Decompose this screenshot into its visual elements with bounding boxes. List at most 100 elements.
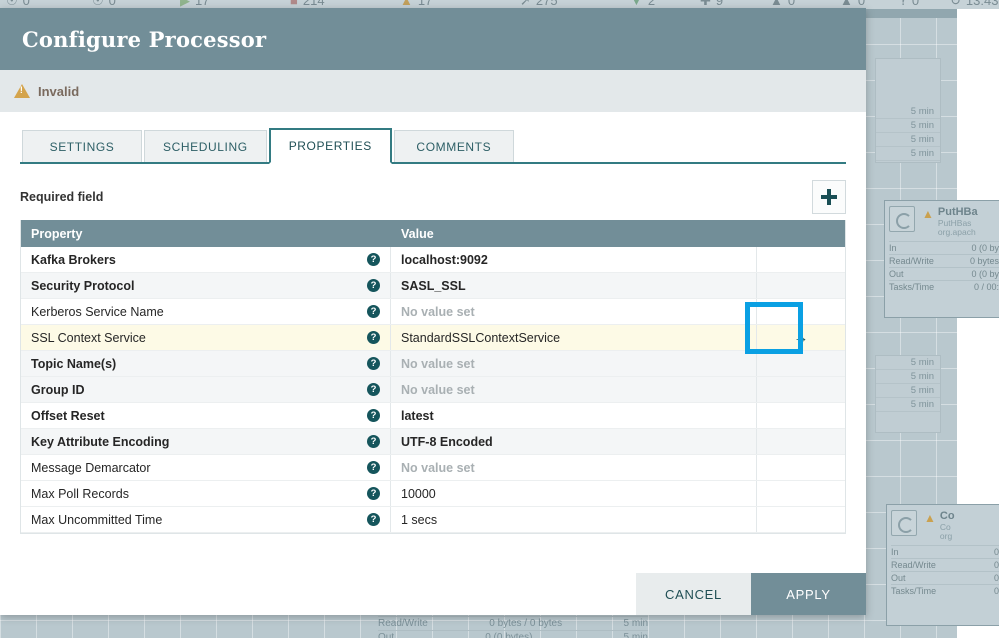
cell-property: Offset Reset ? — [21, 403, 391, 428]
help-circle-icon[interactable]: ? — [367, 331, 380, 344]
table-row[interactable]: Offset Reset ? latest — [21, 403, 845, 429]
stale-icon: ▲ — [770, 0, 783, 8]
cell-action — [757, 351, 845, 376]
property-name: Kerberos Service Name — [31, 304, 164, 319]
stat-label: In — [891, 547, 899, 558]
status-value: 0 — [108, 0, 116, 8]
invalid-icon: ▲ — [400, 0, 413, 8]
cell-action — [757, 403, 845, 428]
mini-stat-time: 5 min — [876, 370, 940, 384]
status-value: 0 — [787, 0, 796, 8]
help-circle-icon[interactable]: ? — [367, 409, 380, 422]
help-circle-icon[interactable]: ? — [367, 279, 380, 292]
processor-consume[interactable]: ▲ Co Co org In 0 Read/Write 0 Out 0 Tasks/T… — [886, 504, 999, 626]
help-circle-icon[interactable]: ? — [367, 357, 380, 370]
stat-value: 0 — [993, 573, 999, 584]
help-circle-icon[interactable]: ? — [367, 305, 380, 318]
tab-comments[interactable]: COMMENTS — [393, 130, 514, 162]
screen-root: ☉ 0 ☉ 0 ▶ 17 ■ 214 ▲ 17 ➚ 275 ▼ 2 ✚ 9 ▲ 0 ▲ 0 ‽ 0 ↻… — [0, 0, 999, 638]
status-value: 214 — [302, 0, 325, 8]
tab-scheduling[interactable]: SCHEDULING — [144, 130, 267, 162]
stat-value: 0 — [993, 547, 999, 558]
dialog-footer: CANCEL APPLY — [0, 573, 866, 615]
processor-bundle: org.apach — [937, 227, 976, 238]
processor-stat-row: Read/Write 0 bytes / 0 bytes 5 min — [378, 616, 648, 630]
stat-label: Read/Write — [889, 256, 934, 267]
cell-property: Max Uncommitted Time ? — [21, 507, 391, 532]
processor-stat-row: Out 0 (0 by — [889, 267, 999, 280]
property-name: Message Demarcator — [31, 460, 151, 475]
help-circle-icon[interactable]: ? — [367, 253, 380, 266]
mini-stat-time: 5 min — [876, 356, 940, 370]
help-circle-icon[interactable]: ? — [367, 487, 380, 500]
cell-property: Topic Name(s) ? — [21, 351, 391, 376]
status-item-invalid: ▲ 17 — [400, 0, 432, 8]
stat-label: Out — [378, 632, 395, 638]
cell-value[interactable]: 1 secs — [391, 507, 757, 532]
help-circle-icon[interactable]: ? — [367, 461, 380, 474]
help-circle-icon[interactable]: ? — [367, 513, 380, 526]
processor-type-icon — [891, 510, 917, 536]
help-circle-icon[interactable]: ? — [367, 383, 380, 396]
processor-puthbase[interactable]: ▲ PutHBa PutHBas org.apach In 0 (0 by Rea… — [884, 200, 999, 318]
cell-value[interactable]: UTF-8 Encoded — [391, 429, 757, 454]
cell-value[interactable]: localhost:9092 — [391, 247, 757, 272]
status-value: 0 — [22, 0, 30, 8]
processor-bundle: org — [939, 531, 953, 542]
cell-property: Kerberos Service Name ? — [21, 299, 391, 324]
table-row[interactable]: SSL Context Service ? StandardSSLContext… — [21, 325, 845, 351]
processor-bottom-stats: Read/Write 0 bytes / 0 bytes 5 min Out 0… — [378, 616, 648, 638]
cancel-button[interactable]: CANCEL — [636, 573, 751, 615]
cell-property: Key Attribute Encoding ? — [21, 429, 391, 454]
table-row[interactable]: Security Protocol ? SASL_SSL — [21, 273, 845, 299]
canvas-mini-stats-top: 5 min 5 min 5 min 5 min — [875, 58, 941, 163]
up-to-date-icon: ▼ — [630, 0, 643, 8]
cell-value[interactable]: No value set — [391, 455, 757, 480]
property-name: Offset Reset — [31, 408, 105, 423]
table-row[interactable]: Max Uncommitted Time ? 1 secs — [21, 507, 845, 533]
table-row[interactable]: Kerberos Service Name ? No value set — [21, 299, 845, 325]
processor-stat-row: Out 0 (0 bytes) 5 min — [378, 630, 648, 638]
cell-property: Kafka Brokers ? — [21, 247, 391, 272]
cell-value[interactable]: No value set — [391, 377, 757, 402]
property-name: SSL Context Service — [31, 330, 146, 345]
processor-stat-row: Out 0 — [891, 571, 999, 584]
mini-spacer — [876, 59, 940, 105]
processor-stat-row: Read/Write 0 bytes — [889, 254, 999, 267]
table-row[interactable]: Topic Name(s) ? No value set — [21, 351, 845, 377]
cell-value[interactable]: No value set — [391, 299, 757, 324]
cell-action — [757, 247, 845, 272]
processor-name: PutHBa — [937, 206, 978, 218]
stopped-icon: ■ — [290, 0, 298, 8]
tab-properties[interactable]: PROPERTIES — [268, 128, 392, 164]
refresh-icon[interactable]: ↻ — [950, 0, 961, 9]
stat-label: Tasks/Time — [891, 586, 937, 597]
property-name: Key Attribute Encoding — [31, 434, 170, 449]
status-value: 0 — [911, 0, 920, 8]
stat-label: Out — [889, 269, 904, 280]
column-header-value: Value — [401, 226, 434, 241]
mini-stat-time: 5 min — [876, 105, 940, 119]
tab-settings[interactable]: SETTINGS — [22, 130, 142, 162]
cell-value[interactable]: SASL_SSL — [391, 273, 757, 298]
table-row[interactable]: Max Poll Records ? 10000 — [21, 481, 845, 507]
add-property-button[interactable] — [812, 180, 846, 214]
cell-value[interactable]: StandardSSLContextService — [391, 325, 757, 350]
cell-value[interactable]: No value set — [391, 351, 757, 376]
status-value: 9 — [715, 0, 724, 8]
stat-value: 0 bytes / 0 bytes — [489, 618, 563, 629]
status-value: 17 — [417, 0, 433, 8]
table-row[interactable]: Group ID ? No value set — [21, 377, 845, 403]
table-row[interactable]: Message Demarcator ? No value set — [21, 455, 845, 481]
apply-button[interactable]: APPLY — [751, 573, 866, 615]
property-name: Security Protocol — [31, 278, 135, 293]
processor-stat-row: In 0 — [891, 545, 999, 558]
table-row[interactable]: Kafka Brokers ? localhost:9092 — [21, 247, 845, 273]
table-row[interactable]: Key Attribute Encoding ? UTF-8 Encoded — [21, 429, 845, 455]
status-item-stopped: ■ 214 — [290, 0, 325, 8]
cell-value[interactable]: 10000 — [391, 481, 757, 506]
cell-value[interactable]: latest — [391, 403, 757, 428]
arrow-right-icon[interactable]: → — [794, 330, 809, 345]
help-circle-icon[interactable]: ? — [367, 435, 380, 448]
stat-value: 0 — [993, 560, 999, 571]
